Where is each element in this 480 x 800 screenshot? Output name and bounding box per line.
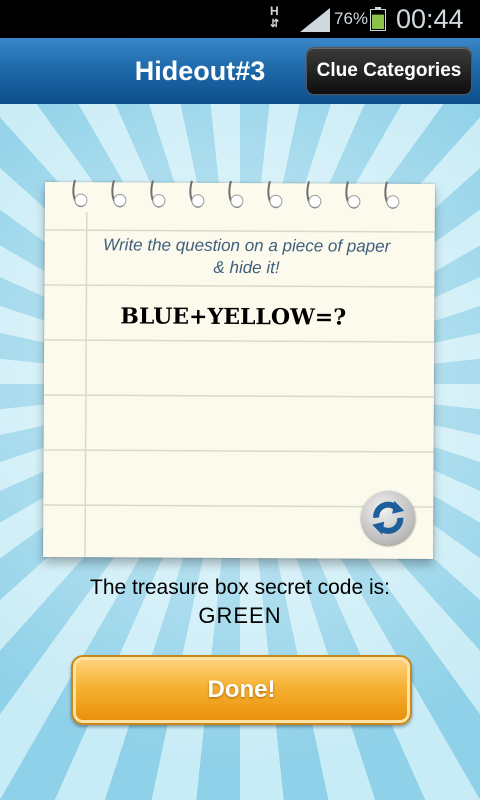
ring-icon <box>150 180 166 208</box>
ring-icon <box>267 180 283 209</box>
clue-text: BLUE+YELLOW=? <box>120 303 347 331</box>
data-arrows-icon: ⇵ <box>270 18 280 30</box>
network-type-label: H <box>270 4 279 18</box>
network-indicator: H ⇵ <box>270 5 279 30</box>
ring-icon <box>111 180 127 208</box>
ring-icon <box>189 180 205 208</box>
clue-categories-button[interactable]: Clue Categories <box>306 47 472 95</box>
ring-icon <box>306 181 322 209</box>
secret-code-value: GREEN <box>198 603 282 628</box>
ring-icon <box>228 180 244 208</box>
refresh-button[interactable] <box>361 490 416 545</box>
secret-code-label: The treasure box secret code is: <box>90 576 390 599</box>
ring-icon <box>72 179 88 208</box>
done-button[interactable]: Done! <box>71 655 412 725</box>
ring-icon <box>384 181 400 209</box>
spiral-binding <box>69 178 419 216</box>
battery-icon <box>370 7 386 31</box>
signal-icon <box>300 8 330 32</box>
refresh-icon <box>372 500 405 535</box>
title-bar: Hideout#3 Clue Categories <box>0 38 480 106</box>
note-instruction: Write the question on a piece of paper &… <box>102 235 391 278</box>
clock: 00:44 <box>396 4 464 34</box>
ring-icon <box>345 181 361 209</box>
note-paper: Write the question on a piece of paper &… <box>43 179 435 560</box>
battery-percent: 76% <box>334 9 369 28</box>
status-bar: H ⇵ 76% 00:44 <box>0 0 480 38</box>
